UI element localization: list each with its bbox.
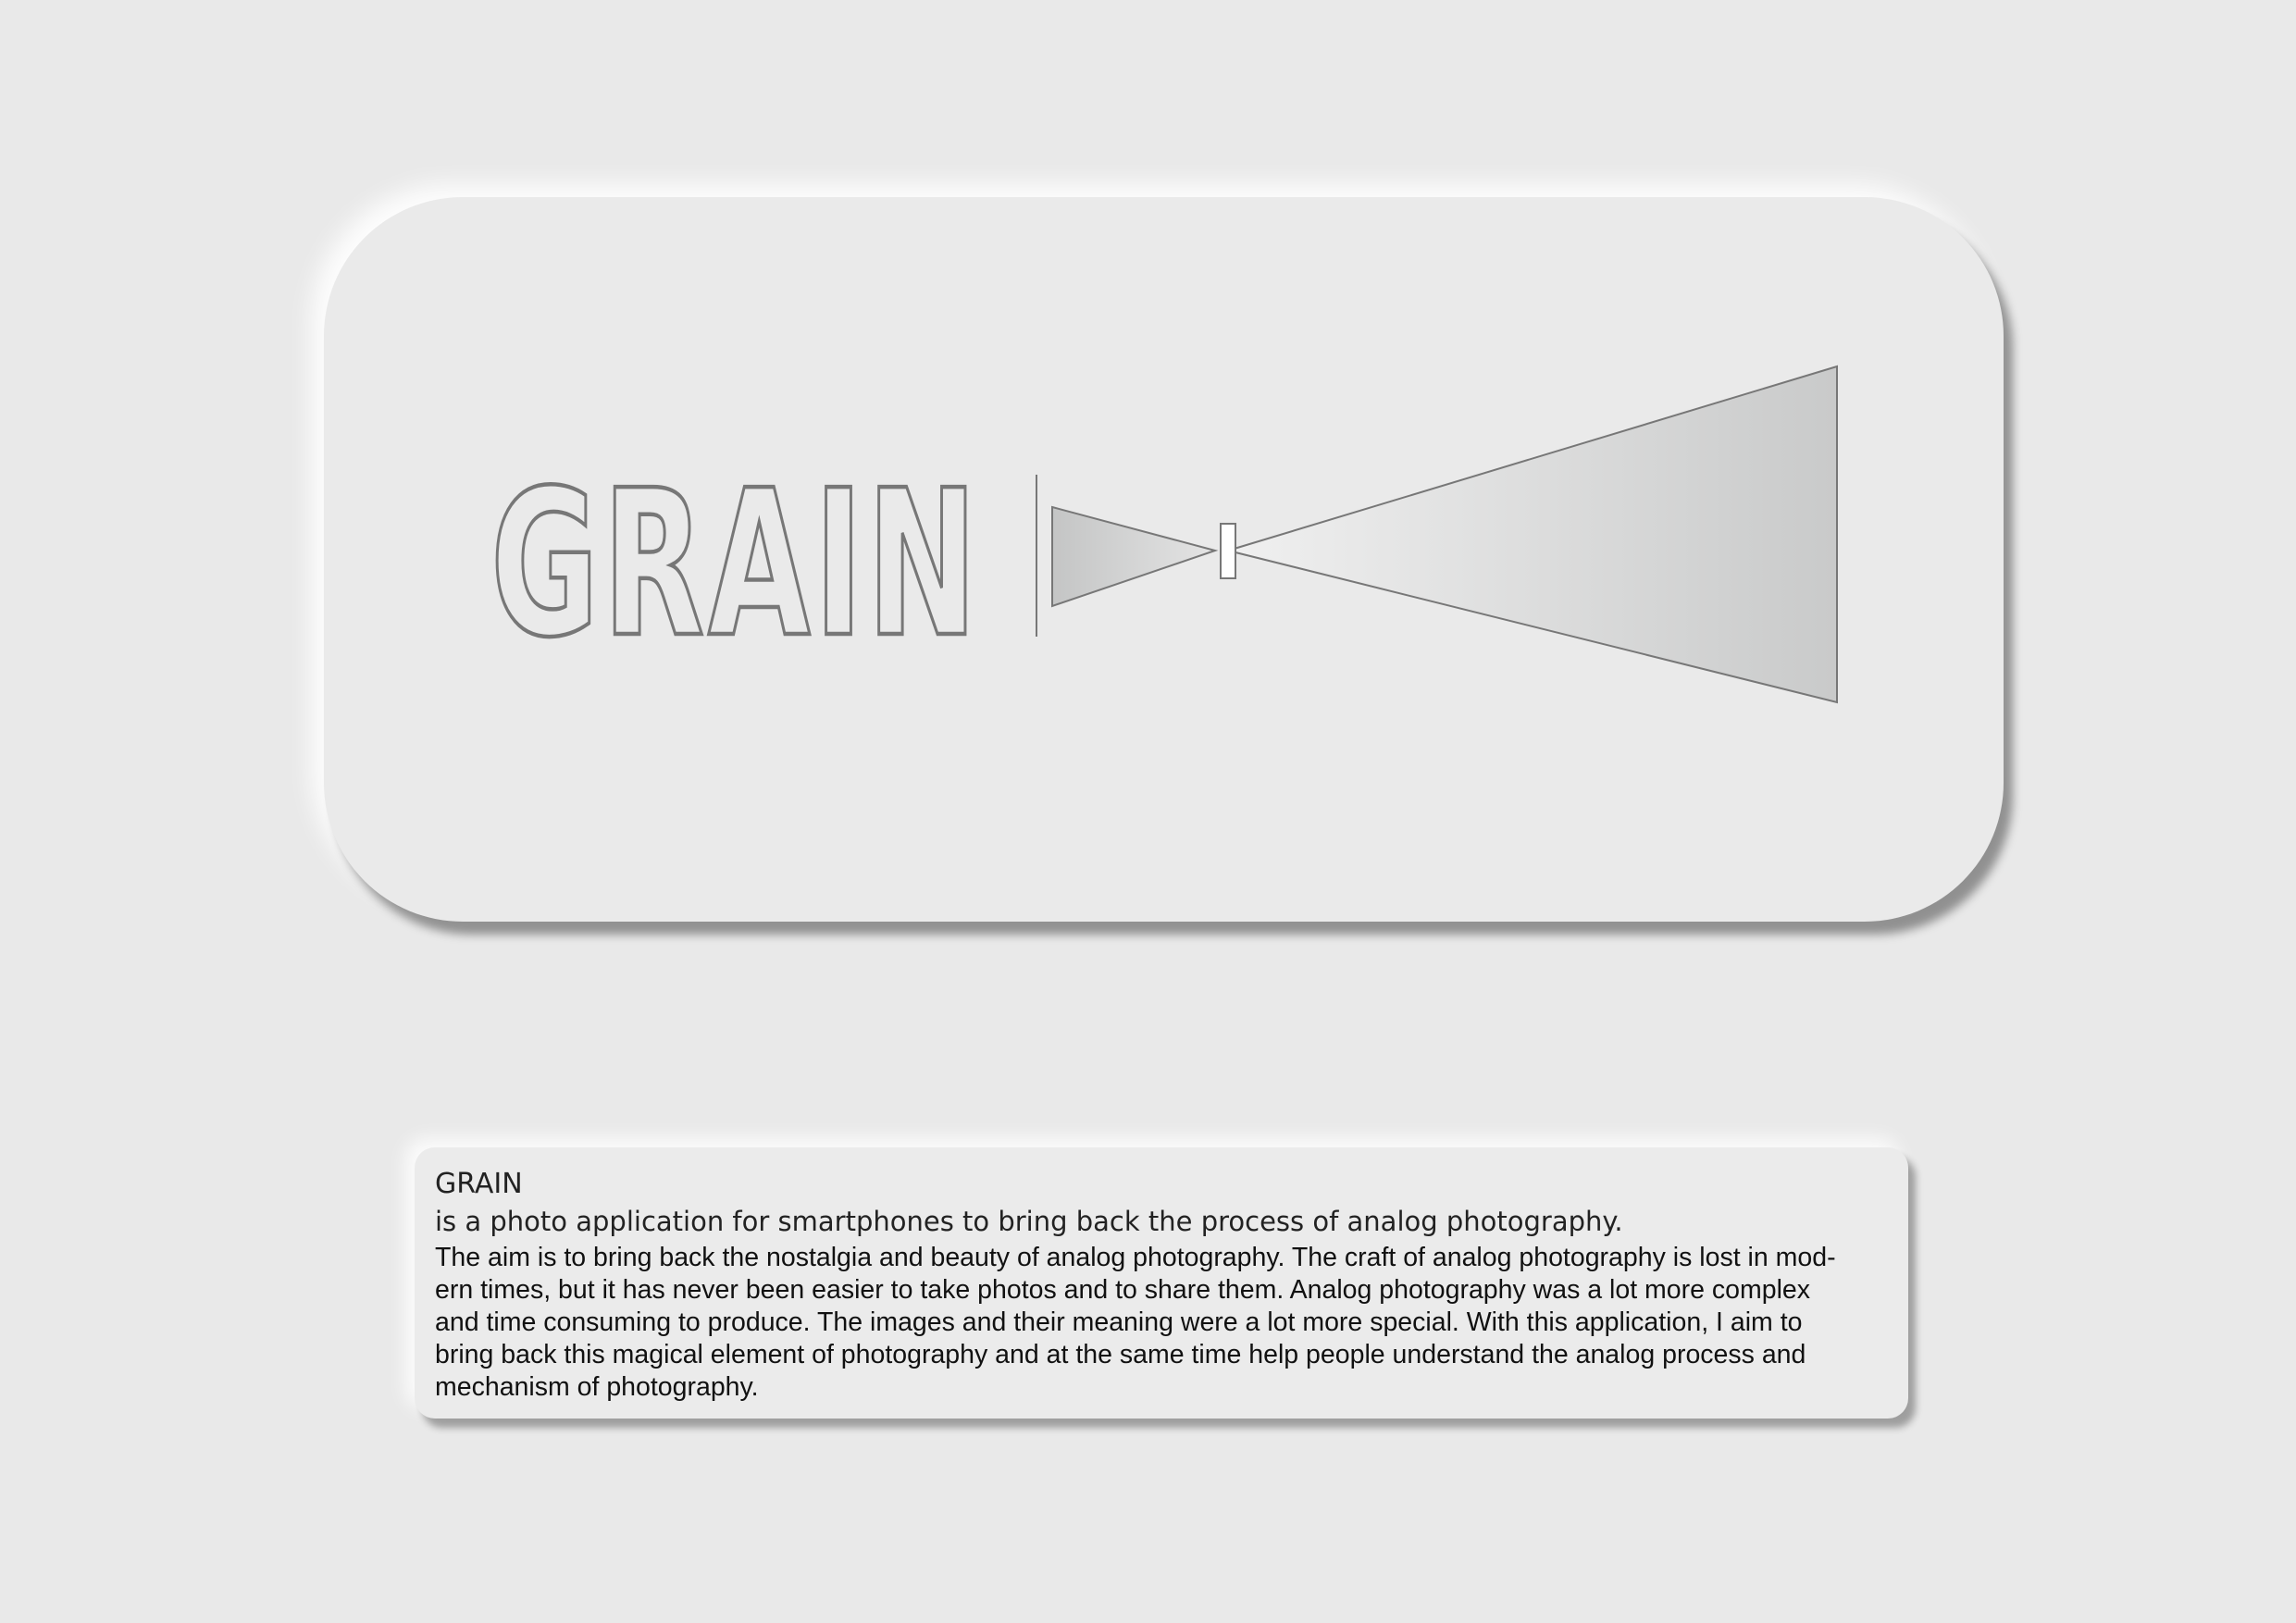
camera-obscura-icon [1051,365,1838,704]
description-subtitle: is a photo application for smartphones t… [435,1206,1623,1237]
aperture-slit [1220,523,1236,579]
lens-cone-small [1051,505,1219,608]
grain-wordmark: GRAIN [490,448,981,682]
light-cone-large [1224,365,1838,704]
description-card: GRAIN is a photo application for smartph… [415,1147,1908,1419]
body-line: mechanism of photography. [435,1372,759,1402]
body-line: and time consuming to produce. The image… [435,1307,1803,1337]
body-line: The aim is to bring back the nostalgia a… [435,1243,1836,1272]
body-line: bring back this magical element of photo… [435,1340,1806,1369]
logo-card: GRAIN [324,197,2004,922]
description-title: GRAIN [435,1168,523,1200]
body-line: ern times, but it has never been easier … [435,1275,1811,1305]
description-body: The aim is to bring back the nostalgia a… [435,1242,1890,1404]
logo-graphic: GRAIN [489,365,1838,704]
